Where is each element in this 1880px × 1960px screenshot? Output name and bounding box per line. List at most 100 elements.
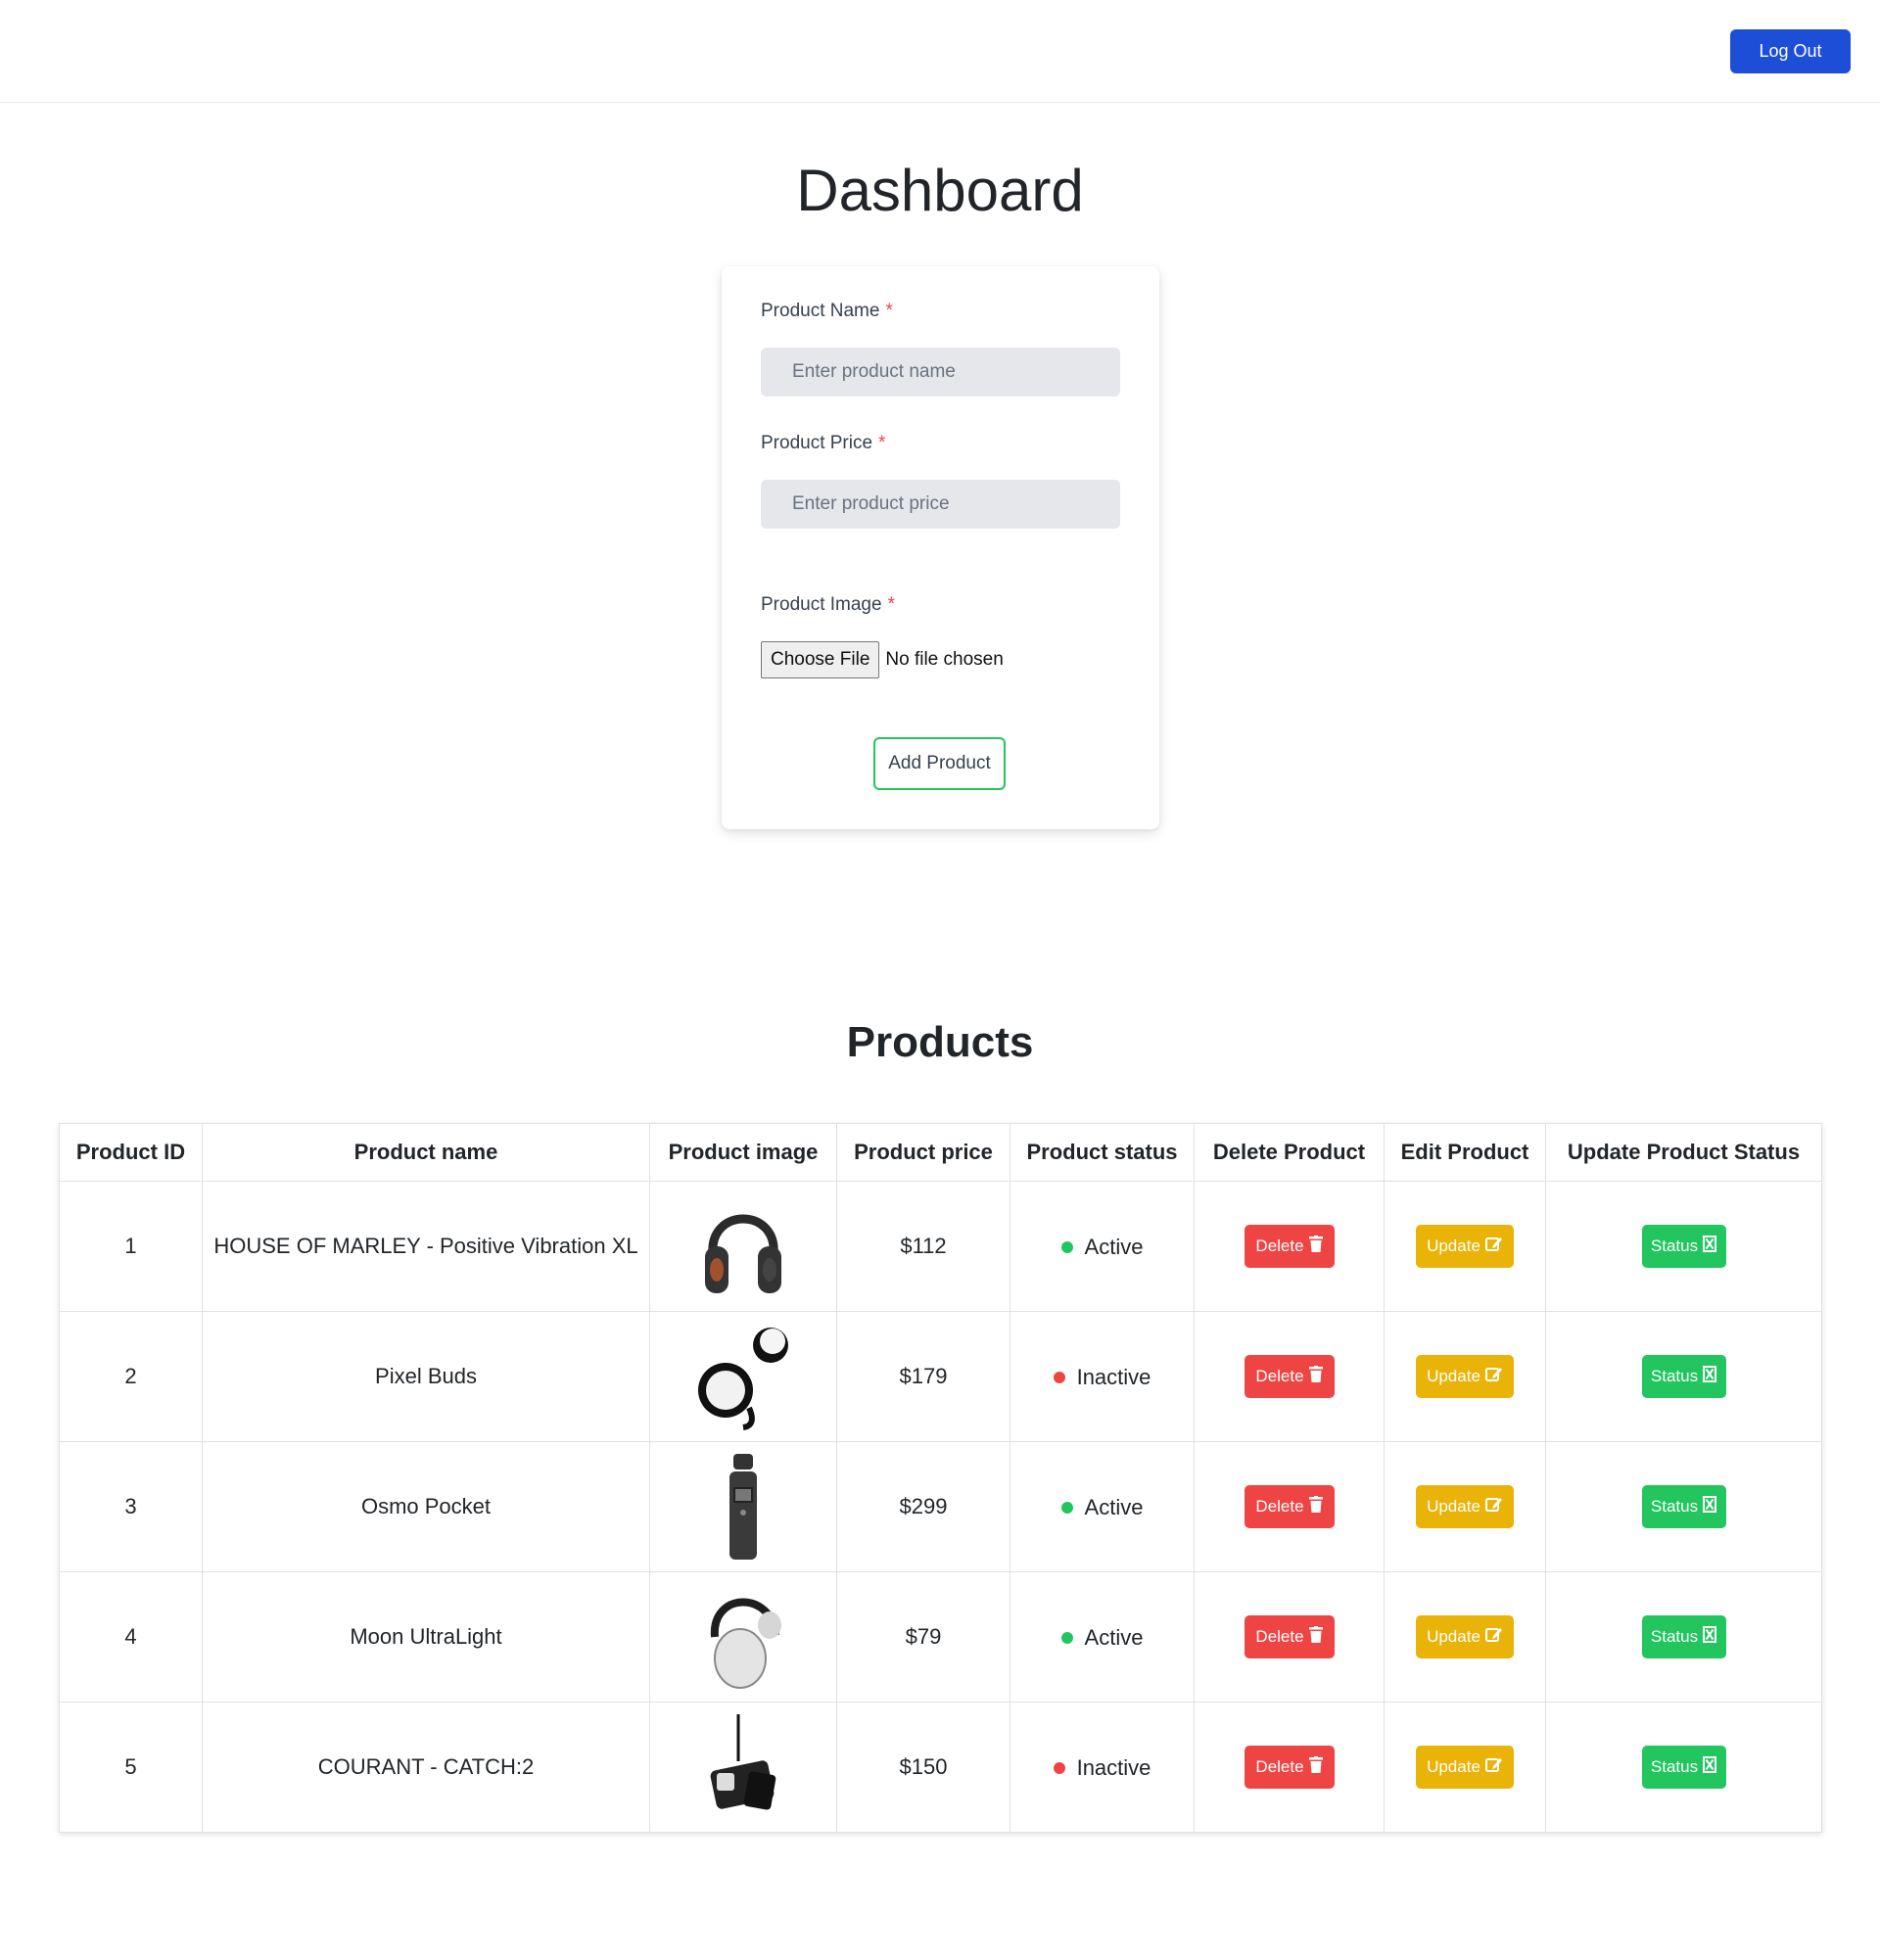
- delete-button[interactable]: Delete: [1244, 1746, 1335, 1789]
- update-button[interactable]: Update: [1416, 1615, 1514, 1658]
- product-image-label-text: Product Image: [761, 594, 882, 615]
- box-x-icon: [1703, 1366, 1717, 1387]
- edit-cell: Update: [1384, 1441, 1546, 1572]
- status-button[interactable]: Status: [1641, 1615, 1726, 1658]
- edit-cell: Update: [1384, 1311, 1546, 1442]
- column-header-name: Product name: [202, 1123, 650, 1182]
- delete-button[interactable]: Delete: [1244, 1485, 1335, 1528]
- required-mark: *: [885, 301, 893, 321]
- status-button[interactable]: Status: [1641, 1355, 1726, 1398]
- delete-button[interactable]: Delete: [1244, 1225, 1335, 1268]
- required-mark: *: [878, 433, 886, 453]
- delete-label: Delete: [1255, 1237, 1304, 1255]
- delete-cell: Delete: [1194, 1181, 1385, 1312]
- trash-icon: [1308, 1756, 1323, 1778]
- status-text: Active: [1084, 1624, 1144, 1650]
- status-label: Status: [1650, 1367, 1699, 1385]
- update-label: Update: [1427, 1627, 1480, 1646]
- status-label: Status: [1650, 1757, 1699, 1776]
- product-price: $150: [836, 1702, 1010, 1833]
- trash-icon: [1308, 1236, 1323, 1257]
- product-status: Active: [1010, 1441, 1195, 1572]
- product-name: HOUSE OF MARLEY - Positive Vibration XL: [202, 1181, 650, 1312]
- earbuds-icon: [651, 1320, 835, 1433]
- edit-icon: [1484, 1366, 1503, 1387]
- delete-cell: Delete: [1194, 1571, 1385, 1703]
- update-button[interactable]: Update: [1416, 1746, 1514, 1789]
- delete-cell: Delete: [1194, 1702, 1385, 1833]
- add-product-form: Product Name* Product Price* Product Ima…: [722, 266, 1159, 829]
- product-name-input[interactable]: [761, 348, 1120, 397]
- product-name: Pixel Buds: [202, 1311, 650, 1442]
- product-name-label-text: Product Name: [761, 301, 880, 321]
- product-image: [649, 1571, 837, 1703]
- update-label: Update: [1427, 1367, 1480, 1385]
- update-button[interactable]: Update: [1416, 1225, 1514, 1268]
- choose-file-button[interactable]: Choose File: [761, 641, 880, 678]
- delete-label: Delete: [1255, 1367, 1304, 1385]
- required-mark: *: [887, 594, 895, 615]
- delete-label: Delete: [1255, 1757, 1304, 1776]
- status-button[interactable]: Status: [1641, 1746, 1726, 1789]
- trash-icon: [1308, 1496, 1323, 1517]
- logout-button[interactable]: Log Out: [1730, 29, 1851, 73]
- product-image-label: Product Image *: [761, 594, 895, 616]
- column-header-delete: Delete Product: [1194, 1123, 1385, 1182]
- product-id: 3: [59, 1441, 203, 1572]
- status-label: Status: [1650, 1627, 1699, 1646]
- product-status: Inactive: [1010, 1702, 1195, 1833]
- status-button[interactable]: Status: [1641, 1485, 1726, 1528]
- product-price: $112: [836, 1181, 1010, 1312]
- trash-icon: [1308, 1626, 1323, 1648]
- product-id: 4: [59, 1571, 203, 1703]
- product-price-input[interactable]: [761, 480, 1120, 529]
- update-status-cell: Status: [1545, 1571, 1822, 1703]
- product-image: [649, 1181, 837, 1312]
- delete-cell: Delete: [1194, 1311, 1385, 1442]
- table-row: 5 COURANT - CATCH:2 $150 Inactive Delete Upda…: [59, 1702, 1822, 1833]
- product-id: 5: [59, 1702, 203, 1833]
- status-dot-icon: [1060, 1240, 1073, 1253]
- product-price: $79: [836, 1571, 1010, 1703]
- product-price-label: Product Price *: [761, 433, 885, 454]
- product-image: [649, 1702, 837, 1833]
- product-image: [649, 1311, 837, 1442]
- status-label: Status: [1650, 1497, 1699, 1516]
- table-row: 3 Osmo Pocket $299 Active Delete Update Status: [59, 1441, 1822, 1572]
- product-price: $179: [836, 1311, 1010, 1442]
- page-title: Dashboard: [796, 158, 1084, 223]
- delete-label: Delete: [1255, 1627, 1304, 1646]
- product-status: Active: [1010, 1571, 1195, 1703]
- product-id: 2: [59, 1311, 203, 1442]
- status-text: Active: [1084, 1494, 1144, 1519]
- products-title: Products: [846, 1018, 1034, 1066]
- delete-button[interactable]: Delete: [1244, 1615, 1335, 1658]
- table-row: 1 HOUSE OF MARLEY - Positive Vibration XL…: [59, 1181, 1822, 1312]
- status-text: Inactive: [1076, 1364, 1152, 1389]
- update-button[interactable]: Update: [1416, 1355, 1514, 1398]
- edit-cell: Update: [1384, 1702, 1546, 1833]
- column-header-id: Product ID: [59, 1123, 203, 1182]
- delete-button[interactable]: Delete: [1244, 1355, 1335, 1398]
- delete-cell: Delete: [1194, 1441, 1385, 1572]
- product-price-label-text: Product Price: [761, 433, 873, 453]
- product-status: Inactive: [1010, 1311, 1195, 1442]
- status-dot-icon: [1053, 1371, 1065, 1383]
- status-dot-icon: [1053, 1761, 1065, 1774]
- column-header-edit: Edit Product: [1384, 1123, 1546, 1182]
- status-button[interactable]: Status: [1641, 1225, 1726, 1268]
- update-status-cell: Status: [1545, 1181, 1822, 1312]
- update-button[interactable]: Update: [1416, 1485, 1514, 1528]
- product-name-label: Product Name *: [761, 301, 893, 322]
- product-price: $299: [836, 1441, 1010, 1572]
- edit-cell: Update: [1384, 1571, 1546, 1703]
- delete-label: Delete: [1255, 1497, 1304, 1516]
- table-row: 4 Moon UltraLight $79 Active Delete Update Sta…: [59, 1571, 1822, 1703]
- box-x-icon: [1703, 1756, 1717, 1778]
- product-name: COURANT - CATCH:2: [202, 1702, 650, 1833]
- update-label: Update: [1427, 1497, 1480, 1516]
- product-id: 1: [59, 1181, 203, 1312]
- column-header-image: Product image: [649, 1123, 837, 1182]
- column-header-status: Product status: [1010, 1123, 1195, 1182]
- add-product-button[interactable]: Add Product: [873, 737, 1006, 790]
